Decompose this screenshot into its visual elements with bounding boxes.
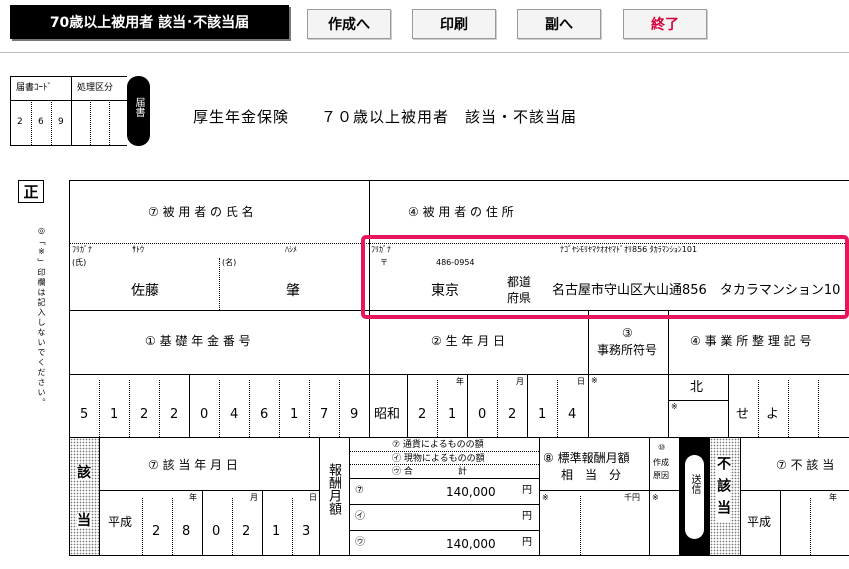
pension-digit-1[interactable]: 5 — [80, 408, 88, 421]
name-header: ⑦ 被 用 者 の 氏 名 — [148, 205, 254, 219]
pension-digit-10[interactable]: 9 — [350, 408, 358, 421]
mei-kana: ﾊｼﾒ — [285, 245, 297, 254]
pay-row-3-unit: 円 — [522, 537, 532, 548]
applicable-digit-1[interactable]: 2 — [152, 525, 160, 538]
birth-digit-5[interactable]: 1 — [538, 408, 546, 421]
cause-note: ※ — [652, 493, 659, 502]
pay-row-1-value[interactable]: 140,000 — [446, 486, 496, 498]
pension-digit-4[interactable]: 2 — [170, 408, 178, 421]
address-highlight — [361, 235, 849, 319]
send-tag: 送信 — [679, 438, 710, 555]
pay-row-3-value[interactable]: 140,000 — [446, 538, 496, 550]
pay-head-1: ⑦ 通貨によるものの額 — [392, 440, 484, 450]
pension-digit-5[interactable]: 0 — [200, 408, 208, 421]
applicable-side — [70, 438, 99, 555]
cause-2: 原因 — [653, 471, 669, 480]
pension-digit-8[interactable]: 1 — [290, 408, 298, 421]
mei-value[interactable]: 肇 — [286, 284, 300, 298]
office-number-value-1[interactable]: せ — [736, 408, 749, 421]
sei-value[interactable]: 佐藤 — [131, 284, 159, 298]
pay-row-3-mark: ㋒ — [355, 537, 365, 548]
pension-digit-9[interactable]: 7 — [320, 408, 328, 421]
pay-row-2-unit: 円 — [522, 511, 532, 522]
birth-month-label: 月 — [516, 377, 524, 386]
non-applicable-year-label: 年 — [829, 493, 837, 502]
pension-digit-3[interactable]: 2 — [140, 408, 148, 421]
applicable-day-label: 日 — [309, 493, 317, 502]
birth-era[interactable]: 昭和 — [374, 408, 400, 421]
applicable-date-header: ⑦ 該 当 年 月 日 — [148, 458, 238, 472]
non-applicable-header: ⑦ 不 該 当 — [776, 458, 835, 472]
office-header: 事務所符号 — [597, 343, 658, 357]
pay-row-2-mark: ㋑ — [355, 511, 365, 522]
pension-header: ① 基 礎 年 金 番 号 — [145, 334, 251, 348]
pay-head-3: ㋒ 合 計 — [392, 467, 467, 477]
office-header-num: ③ — [622, 326, 633, 340]
applicable-side-2: 当 — [77, 513, 91, 529]
sei-kana: ｻﾄｳ — [132, 245, 144, 254]
mei-label: (名) — [222, 258, 237, 267]
pay-row-1-unit: 円 — [522, 485, 532, 496]
applicable-digit-4[interactable]: 2 — [242, 525, 250, 538]
birth-note: ※ — [591, 376, 598, 385]
address-header: ④ 被 用 者 の 住 所 — [408, 205, 514, 219]
pay-label: 報酬月額 — [326, 463, 341, 515]
pension-digit-2[interactable]: 1 — [110, 408, 118, 421]
pension-digit-6[interactable]: 4 — [230, 408, 238, 421]
applicable-side-1: 該 — [77, 465, 91, 481]
birth-digit-1[interactable]: 2 — [418, 408, 426, 421]
std-note: ※ — [542, 493, 549, 502]
std-header-1: ⑧ 標準報酬月額 — [543, 451, 630, 465]
pay-head-2: ㋑ 現物によるものの額 — [392, 454, 485, 464]
send-label: 送信 — [689, 474, 700, 494]
non-applicable-side-label: 不該当 — [715, 456, 731, 522]
std-header-2: 相 当 分 — [561, 468, 622, 482]
applicable-digit-2[interactable]: 8 — [182, 525, 190, 538]
applicable-era[interactable]: 平成 — [108, 516, 132, 528]
applicable-month-label: 月 — [250, 493, 258, 502]
pension-digit-7[interactable]: 6 — [260, 408, 268, 421]
birth-digit-3[interactable]: 0 — [478, 408, 486, 421]
cause-1: 作成 — [653, 458, 669, 467]
birth-digit-2[interactable]: 1 — [448, 408, 456, 421]
pay-row-1-mark: ⑦ — [355, 485, 364, 496]
birth-digit-4[interactable]: 2 — [508, 408, 516, 421]
birth-digit-6[interactable]: 4 — [568, 408, 576, 421]
office-number-note: ※ — [671, 402, 678, 411]
name-furigana-label: ﾌﾘｶﾞﾅ — [72, 245, 92, 254]
cause-num: ⑩ — [658, 443, 666, 452]
birth-year-label: 年 — [456, 377, 464, 386]
office-number-value-2[interactable]: よ — [766, 408, 779, 421]
birth-day-label: 日 — [577, 377, 585, 386]
office-number-top[interactable]: 北 — [690, 381, 703, 394]
office-number-header: ④ 事 業 所 整 理 記 号 — [690, 334, 812, 348]
std-unit: 千円 — [624, 493, 640, 502]
applicable-year-label: 年 — [189, 493, 197, 502]
sei-label: (氏) — [72, 258, 87, 267]
applicable-digit-3[interactable]: 0 — [212, 525, 220, 538]
applicable-digit-6[interactable]: 3 — [302, 525, 310, 538]
non-applicable-era[interactable]: 平成 — [747, 516, 771, 528]
birth-header: ② 生 年 月 日 — [431, 334, 506, 348]
applicable-digit-5[interactable]: 1 — [272, 525, 280, 538]
